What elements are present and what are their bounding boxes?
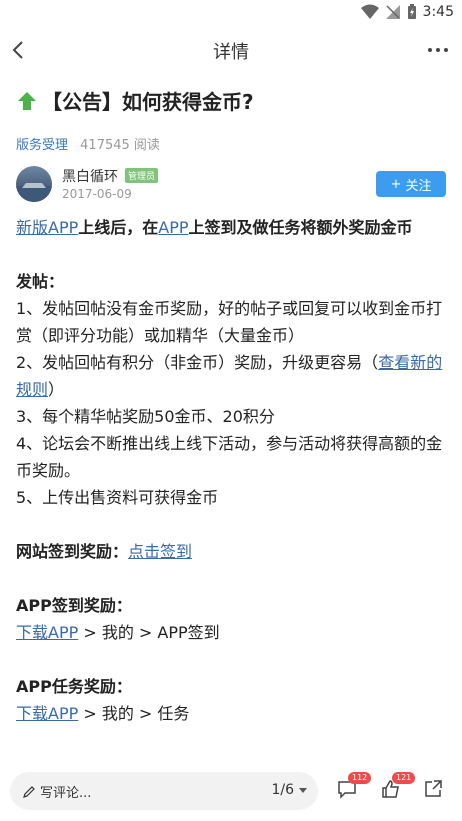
post-meta: 版务受理 417545 阅读 bbox=[16, 134, 160, 153]
view-count: 417545 阅读 bbox=[80, 138, 160, 153]
follow-label: 关注 bbox=[405, 178, 432, 194]
page-title: 详情 bbox=[213, 42, 249, 63]
pinned-up-arrow-icon bbox=[18, 91, 36, 110]
post-title: 【公告】如何获得金币? bbox=[16, 86, 254, 115]
author-row: 黑白循环 管理员 2017-06-09 + 关注 bbox=[16, 166, 446, 206]
share-button[interactable] bbox=[422, 778, 446, 802]
like-button[interactable]: 121 bbox=[380, 772, 416, 802]
app-task-row: 下载APP > 我的 > 任务 bbox=[16, 700, 448, 727]
comments-button[interactable]: 112 bbox=[336, 772, 372, 802]
battery-icon bbox=[407, 4, 416, 19]
avatar-image bbox=[16, 183, 52, 202]
status-icons: 3:45 bbox=[360, 4, 454, 20]
rule-item-1: 1、发帖回帖没有金币奖励，好的帖子或回复可以收到金币打赏（即评分功能）或加精华（… bbox=[16, 299, 443, 345]
no-signal-icon bbox=[385, 5, 400, 19]
intro-text-1: 上线后，在 bbox=[78, 218, 159, 237]
rule-item-2-text: 2、发帖回帖有积分（非金币）奖励，升级更容易（ bbox=[16, 353, 379, 372]
app-link[interactable]: APP bbox=[158, 218, 188, 237]
write-comment[interactable]: 写评论... bbox=[22, 782, 91, 801]
intro-text-2: 上签到及做任务将额外奖励金币 bbox=[188, 218, 413, 237]
rule-item-2-end: ） bbox=[48, 380, 65, 399]
caret-down-icon bbox=[299, 788, 307, 793]
comment-count: 112 bbox=[348, 772, 372, 784]
pencil-icon bbox=[23, 785, 35, 798]
app-task-label: APP任务奖励： bbox=[16, 677, 132, 696]
download-app-link[interactable]: 下载APP bbox=[16, 623, 78, 642]
site-checkin-row: 网站签到奖励：点击签到 bbox=[16, 538, 448, 565]
rule-item-4: 4、论坛会不断推出线上线下活动，参与活动将获得高额的金币奖励。 bbox=[16, 434, 443, 480]
rule-item-5: 5、上传出售资料可获得金币 bbox=[16, 488, 219, 507]
category-link[interactable]: 版务受理 bbox=[16, 138, 68, 153]
site-checkin-label: 网站签到奖励： bbox=[16, 542, 129, 561]
app-task-path: > 我的 > 任务 bbox=[78, 704, 190, 723]
intro-paragraph: 新版APP上线后，在APP上签到及做任务将额外奖励金币 bbox=[16, 214, 448, 241]
status-bar: 3:45 bbox=[0, 0, 462, 28]
comment-placeholder: 写评论... bbox=[40, 786, 92, 801]
follow-button[interactable]: + 关注 bbox=[376, 171, 446, 197]
comment-input[interactable]: 写评论... 1/6 bbox=[10, 772, 318, 810]
page-indicator: 1/6 bbox=[271, 782, 294, 798]
share-icon bbox=[425, 780, 442, 797]
wifi-icon bbox=[360, 4, 379, 19]
post-heading: 发帖： bbox=[16, 272, 65, 291]
like-count: 121 bbox=[392, 772, 416, 784]
app-checkin-label: APP签到奖励： bbox=[16, 596, 132, 615]
page-selector[interactable]: 1/6 bbox=[271, 782, 308, 798]
header: 详情 bbox=[0, 28, 462, 72]
plus-icon: + bbox=[390, 176, 402, 192]
bottom-bar: 写评论... 1/6 112 121 bbox=[0, 764, 462, 821]
more-icon[interactable] bbox=[424, 36, 452, 64]
post-title-text: 【公告】如何获得金币? bbox=[42, 90, 254, 114]
app-checkin-path: > 我的 > APP签到 bbox=[78, 623, 220, 642]
checkin-link[interactable]: 点击签到 bbox=[128, 542, 192, 561]
rule-item-2: 2、发帖回帖有积分（非金币）奖励，升级更容易（查看新的规则） bbox=[16, 349, 448, 403]
rule-item-3: 3、每个精华帖奖励50金币、20积分 bbox=[16, 407, 275, 426]
avatar[interactable] bbox=[16, 166, 52, 202]
new-app-link[interactable]: 新版APP bbox=[16, 218, 78, 237]
admin-badge: 管理员 bbox=[125, 168, 159, 183]
status-time: 3:45 bbox=[422, 4, 454, 20]
author-name[interactable]: 黑白循环 bbox=[62, 166, 118, 186]
post-date: 2017-06-09 bbox=[62, 187, 132, 201]
download-app-link-2[interactable]: 下载APP bbox=[16, 704, 78, 723]
app-checkin-row: 下载APP > 我的 > APP签到 bbox=[16, 619, 448, 646]
post-content: 新版APP上线后，在APP上签到及做任务将额外奖励金币 发帖： 1、发帖回帖没有… bbox=[16, 214, 448, 727]
